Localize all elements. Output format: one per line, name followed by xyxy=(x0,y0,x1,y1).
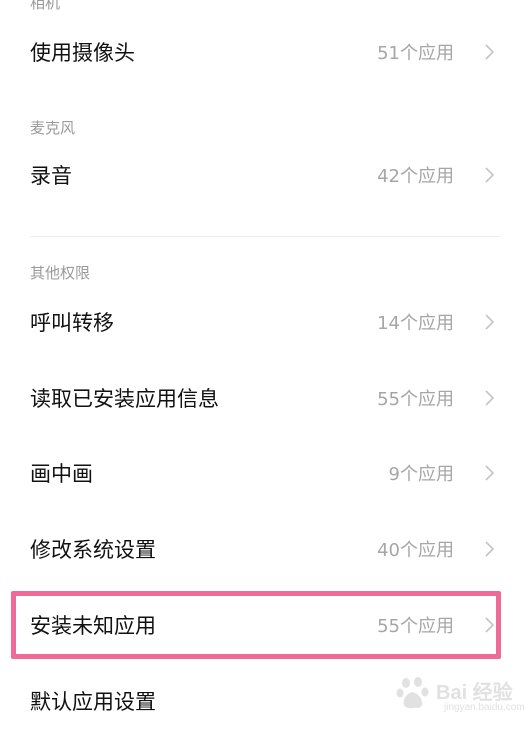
baidu-paw-icon xyxy=(396,677,429,709)
chevron-right-icon xyxy=(485,314,494,330)
chevron-right-icon xyxy=(485,541,494,557)
row-count: 40个应用 xyxy=(377,540,454,561)
section-label-camera: 相机 xyxy=(30,0,61,12)
row-read-installed-apps[interactable]: 读取已安装应用信息 55个应用 xyxy=(0,368,530,428)
row-label: 呼叫转移 xyxy=(30,311,114,335)
row-count: 14个应用 xyxy=(377,313,454,334)
row-count: 51个应用 xyxy=(377,43,454,64)
row-call-forwarding[interactable]: 呼叫转移 14个应用 xyxy=(0,292,530,352)
row-label: 默认应用设置 xyxy=(30,690,156,714)
row-use-camera[interactable]: 使用摄像头 51个应用 xyxy=(0,22,530,82)
row-label: 修改系统设置 xyxy=(30,538,156,562)
section-label-other: 其他权限 xyxy=(30,264,91,282)
section-label-microphone: 麦克风 xyxy=(30,119,76,137)
highlight-box xyxy=(11,591,501,659)
section-divider xyxy=(30,236,500,237)
chevron-right-icon xyxy=(485,465,494,481)
watermark: Bai 经验 jingyan.baidu.com xyxy=(392,670,525,720)
row-label: 画中画 xyxy=(30,462,93,486)
row-count: 9个应用 xyxy=(388,464,454,485)
row-label: 使用摄像头 xyxy=(30,41,135,65)
row-count: 42个应用 xyxy=(377,166,454,187)
chevron-right-icon xyxy=(485,390,494,406)
chevron-right-icon xyxy=(485,167,494,183)
row-modify-system-settings[interactable]: 修改系统设置 40个应用 xyxy=(0,519,530,579)
row-count: 55个应用 xyxy=(377,389,454,410)
watermark-url: jingyan.baidu.com xyxy=(444,702,525,713)
chevron-right-icon xyxy=(485,44,494,60)
row-picture-in-picture[interactable]: 画中画 9个应用 xyxy=(0,443,530,503)
row-label: 录音 xyxy=(30,164,72,188)
row-label: 读取已安装应用信息 xyxy=(30,387,219,411)
row-record-audio[interactable]: 录音 42个应用 xyxy=(0,145,530,205)
watermark-brand: Bai 经验 xyxy=(436,682,513,704)
